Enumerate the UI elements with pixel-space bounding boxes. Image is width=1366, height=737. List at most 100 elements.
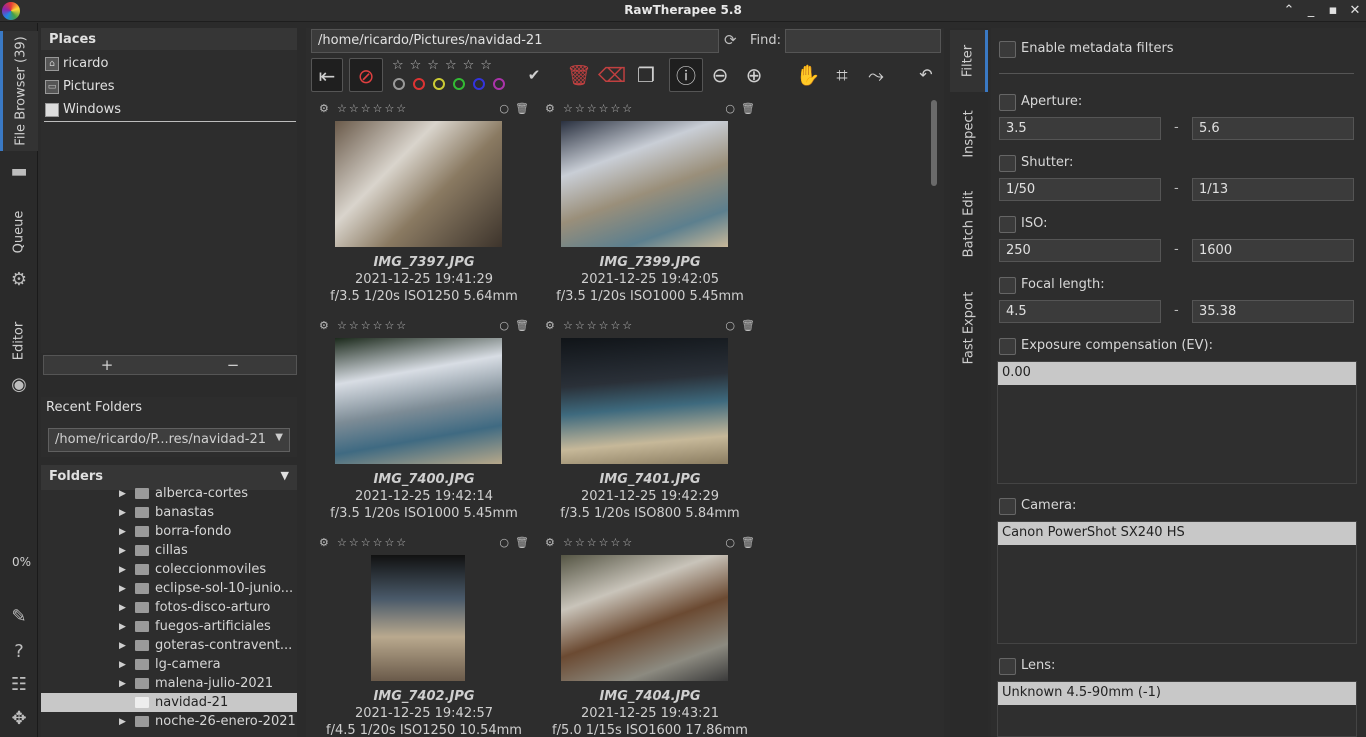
zoom-in-icon[interactable]: ⊕ <box>739 58 769 92</box>
expand-arrow-icon[interactable]: ▶ <box>119 584 126 594</box>
color-label-red[interactable] <box>413 78 425 90</box>
processing-profile-icon[interactable]: ⚙ <box>319 536 329 549</box>
color-label-icon[interactable]: ○ <box>499 536 509 549</box>
shutter-from-input[interactable]: 1/50 <box>999 178 1161 201</box>
color-label-icon[interactable]: ○ <box>725 536 735 549</box>
tab-queue[interactable]: Queue <box>0 201 38 263</box>
color-label-icon[interactable]: ○ <box>725 102 735 115</box>
maximize-restore-icon[interactable]: ⌃ <box>1280 2 1298 20</box>
tab-inspect[interactable]: Inspect <box>950 98 988 170</box>
tab-editor[interactable]: Editor <box>0 311 38 371</box>
rank-stars[interactable]: ☆☆☆☆☆☆ <box>563 319 634 332</box>
place-item-pictures[interactable]: ▭ Pictures <box>41 73 297 96</box>
lens-checkbox[interactable] <box>999 658 1016 675</box>
thumbnail-image[interactable] <box>371 555 465 681</box>
rank-stars[interactable]: ☆☆☆☆☆☆ <box>563 102 634 115</box>
expand-arrow-icon[interactable]: ▶ <box>119 717 126 727</box>
toggle-left-panel-icon[interactable]: ⇤ <box>311 58 343 92</box>
folder-item[interactable]: ▶ cillas <box>41 541 297 560</box>
processing-profile-icon[interactable]: ⚙ <box>545 536 555 549</box>
folder-item[interactable]: ▶ lg-camera <box>41 655 297 674</box>
shutter-to-input[interactable]: 1/13 <box>1192 178 1354 201</box>
folder-item[interactable]: ▶ alberca-cortes <box>41 484 297 503</box>
focal-from-input[interactable]: 4.5 <box>999 300 1161 323</box>
add-place-button[interactable]: + <box>44 356 170 374</box>
straighten-icon[interactable]: ⤳ <box>861 58 891 92</box>
delete-trash-icon[interactable]: 🗑 <box>564 58 594 92</box>
place-item-ricardo[interactable]: ⌂ ricardo <box>41 50 297 73</box>
thumbnail[interactable]: ⚙ ☆☆☆☆☆☆ ○ 🗑 IMG_7404.JPG 2021-12-25 19:43:21… <box>537 532 763 737</box>
exposure-checkbox[interactable] <box>999 338 1016 355</box>
zoom-out-icon[interactable]: ⊖ <box>705 58 735 92</box>
refresh-icon[interactable]: ⟳ <box>724 31 737 49</box>
recent-folders-combo[interactable]: /home/ricardo/P...res/navidad-21 ▼ <box>48 428 290 452</box>
rotate-90-icon[interactable]: ↶ <box>911 58 941 92</box>
rank-filter-stars[interactable]: ☆☆☆☆☆☆ <box>392 58 498 73</box>
gears-icon[interactable]: ⚙ <box>7 268 31 292</box>
folder-item[interactable]: ▶ noche-26-enero-2021 <box>41 712 297 731</box>
folder-item[interactable]: ▶ fuegos-artificiales <box>41 617 297 636</box>
folder-item[interactable]: ▶ borra-fondo <box>41 522 297 541</box>
iso-checkbox[interactable] <box>999 216 1016 233</box>
folder-item[interactable]: ▶ banastas <box>41 503 297 522</box>
thumbnail[interactable]: ⚙ ☆☆☆☆☆☆ ○ 🗑 IMG_7397.JPG 2021-12-25 19:41:29… <box>311 98 537 315</box>
trash-icon[interactable]: 🗑 <box>515 319 529 332</box>
folder-item[interactable]: ▶ eclipse-sol-10-junio... <box>41 579 297 598</box>
expand-arrow-icon[interactable]: ▶ <box>119 527 126 537</box>
exposure-list-item[interactable]: 0.00 <box>998 362 1356 385</box>
help-icon[interactable]: ? <box>7 640 31 664</box>
close-icon[interactable]: ✕ <box>1346 2 1364 20</box>
folder-item[interactable]: ▶ fotos-disco-arturo <box>41 598 297 617</box>
thumbnail-image[interactable] <box>560 121 728 247</box>
edited-filter-icon[interactable]: ✔ <box>519 58 549 92</box>
color-label-blue[interactable] <box>473 78 485 90</box>
info-icon[interactable]: ⓘ <box>669 58 703 92</box>
color-label-icon[interactable]: ○ <box>499 319 509 332</box>
thumbnail-image[interactable] <box>560 555 728 681</box>
thumbnail-image[interactable] <box>334 121 502 247</box>
focal-to-input[interactable]: 35.38 <box>1192 300 1354 323</box>
aperture-from-input[interactable]: 3.5 <box>999 117 1161 140</box>
expand-arrow-icon[interactable]: ▶ <box>119 489 126 499</box>
remove-place-button[interactable]: − <box>170 356 296 374</box>
tab-file-browser[interactable]: File Browser (39) <box>0 31 38 151</box>
thumbnail[interactable]: ⚙ ☆☆☆☆☆☆ ○ 🗑 IMG_7401.JPG 2021-12-25 19:42:29… <box>537 315 763 532</box>
rank-stars[interactable]: ☆☆☆☆☆☆ <box>337 102 408 115</box>
exposure-list[interactable]: 0.00 <box>997 361 1357 484</box>
expand-arrow-icon[interactable]: ▶ <box>119 622 126 632</box>
unfiltered-icon[interactable]: ⊘ <box>349 58 383 92</box>
thumbnail-scrollbar[interactable] <box>930 98 938 728</box>
color-label-none[interactable] <box>393 78 405 90</box>
rank-stars[interactable]: ☆☆☆☆☆☆ <box>337 536 408 549</box>
iso-to-input[interactable]: 1600 <box>1192 239 1354 262</box>
lens-list[interactable]: Unknown 4.5-90mm (-1) <box>997 681 1357 737</box>
thumbnail-image[interactable] <box>560 338 728 464</box>
expand-arrow-icon[interactable]: ▶ <box>119 660 126 670</box>
expand-arrow-icon[interactable]: ▶ <box>119 641 126 651</box>
processing-profile-icon[interactable]: ⚙ <box>319 102 329 115</box>
aperture-to-input[interactable]: 5.6 <box>1192 117 1354 140</box>
processing-profile-icon[interactable]: ⚙ <box>545 319 555 332</box>
trash-icon[interactable]: 🗑 <box>741 319 755 332</box>
camera-checkbox[interactable] <box>999 498 1016 515</box>
expand-arrow-icon[interactable]: ▶ <box>119 508 126 518</box>
aperture-icon[interactable]: ◉ <box>7 373 31 397</box>
trash-icon[interactable]: 🗑 <box>515 536 529 549</box>
color-label-icon[interactable]: ○ <box>499 102 509 115</box>
shutter-checkbox[interactable] <box>999 155 1016 172</box>
expand-arrow-icon[interactable]: ▶ <box>119 546 126 556</box>
color-label-icon[interactable]: ○ <box>725 319 735 332</box>
folder-item[interactable]: ▶ goteras-contravent... <box>41 636 297 655</box>
thumbnail[interactable]: ⚙ ☆☆☆☆☆☆ ○ 🗑 IMG_7402.JPG 2021-12-25 19:42:57… <box>311 532 537 737</box>
tab-batch-edit[interactable]: Batch Edit <box>950 178 988 270</box>
color-label-green[interactable] <box>453 78 465 90</box>
thumbnail[interactable]: ⚙ ☆☆☆☆☆☆ ○ 🗑 IMG_7400.JPG 2021-12-25 19:42:14… <box>311 315 537 532</box>
expand-arrow-icon[interactable]: ▶ <box>119 679 126 689</box>
scrollbar-handle[interactable] <box>931 100 937 186</box>
trash-filter-icon[interactable]: ⌫ <box>597 58 627 92</box>
trash-icon[interactable]: 🗑 <box>741 102 755 115</box>
find-input[interactable] <box>785 29 941 53</box>
trash-icon[interactable]: 🗑 <box>515 102 529 115</box>
iso-from-input[interactable]: 250 <box>999 239 1161 262</box>
minimize-icon[interactable]: _ <box>1302 2 1320 20</box>
